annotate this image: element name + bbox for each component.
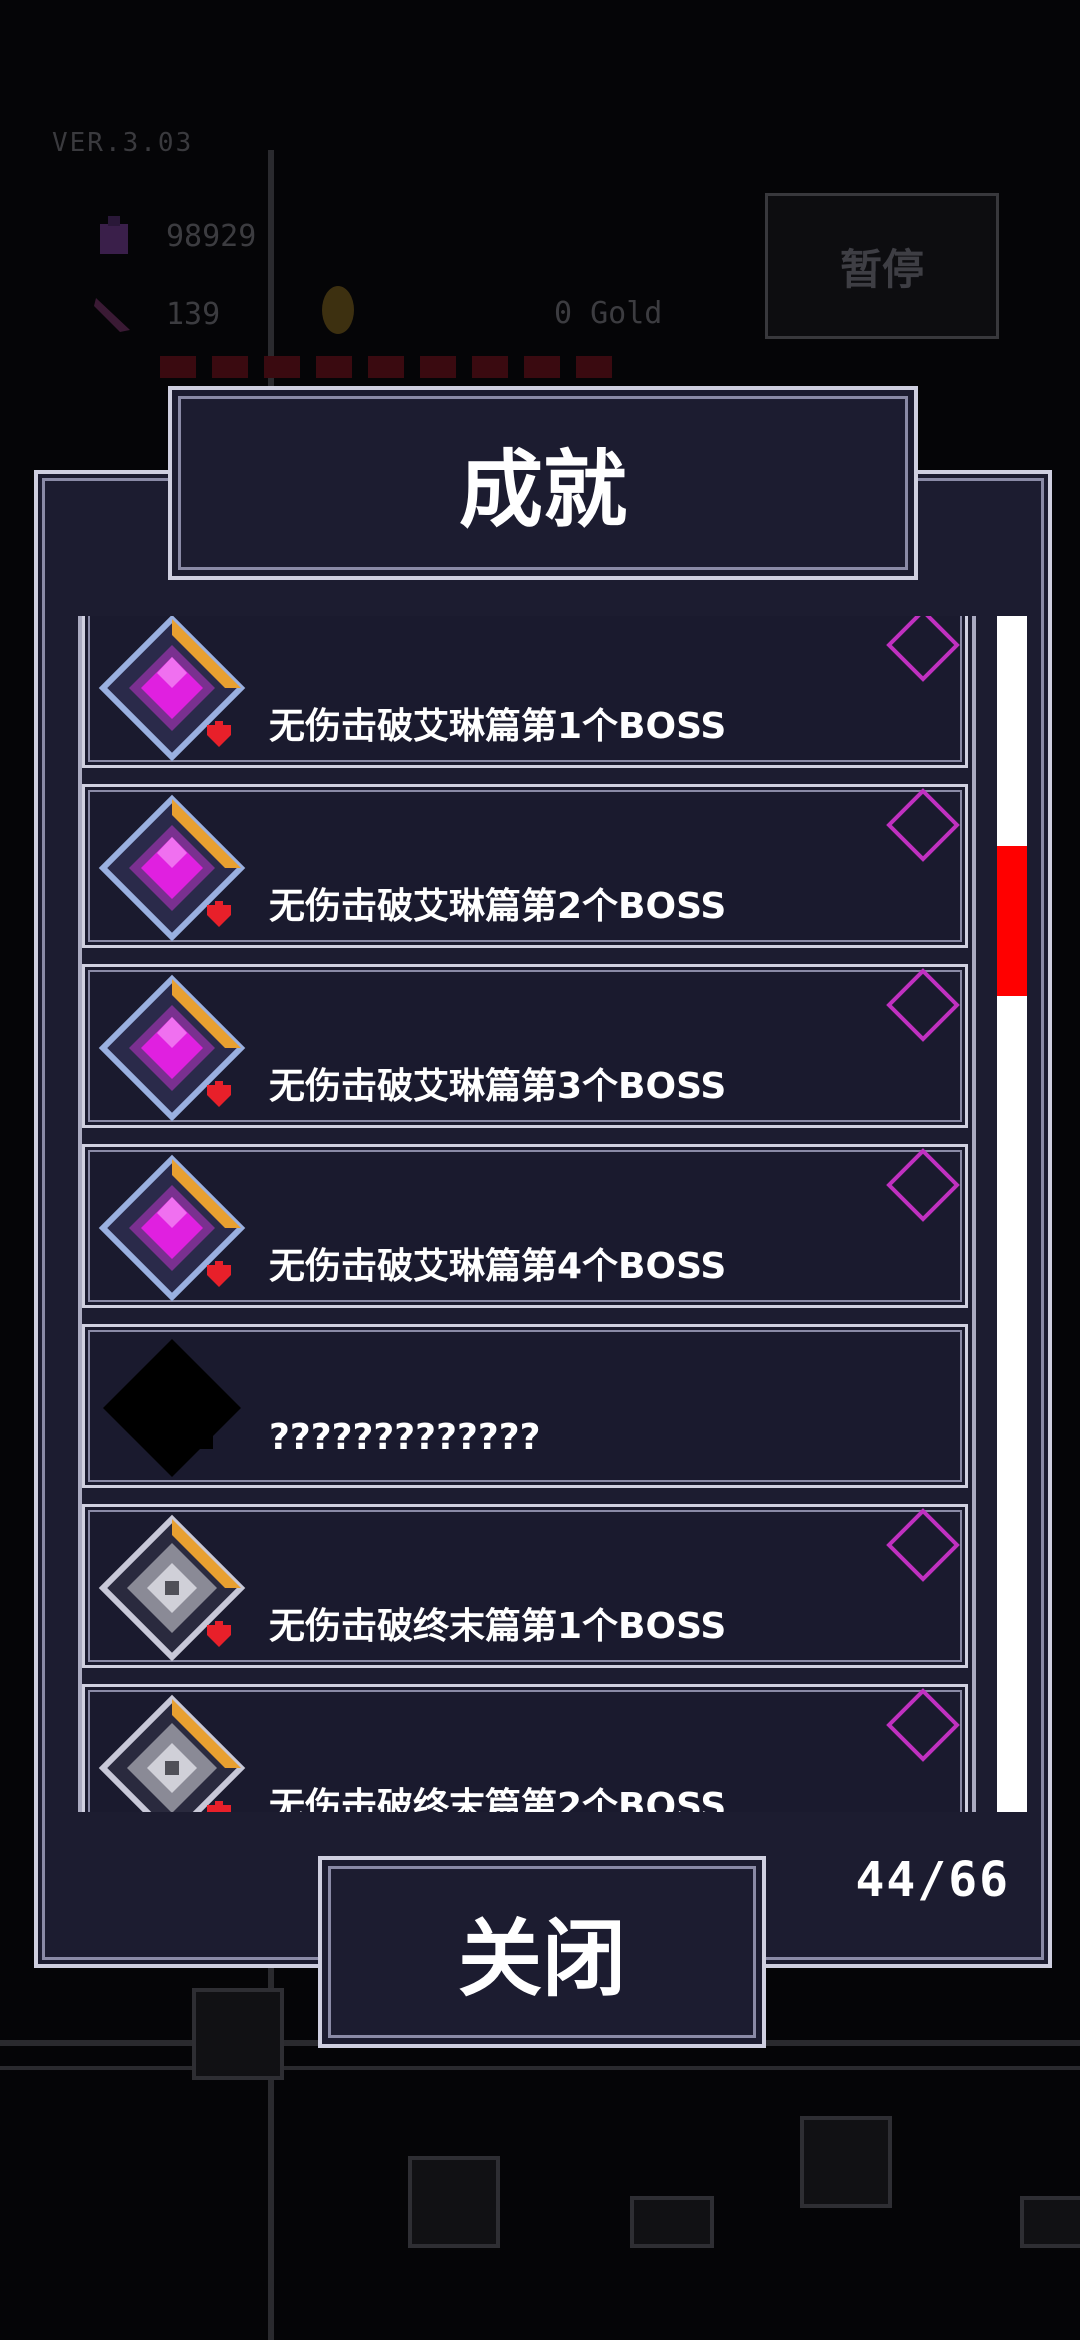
heart-icon	[472, 356, 508, 378]
diamond-badge-icon	[886, 1508, 960, 1582]
achievement-counter: 44/66	[855, 1852, 1010, 1908]
achievement-item[interactable]: ?????????????	[82, 1324, 968, 1488]
achievement-item[interactable]: 无伤击破艾琳篇第3个BOSS	[82, 964, 968, 1128]
achievement-label: 无伤击破艾琳篇第1个BOSS	[269, 706, 727, 747]
close-button[interactable]: 关闭	[318, 1856, 766, 2048]
diamond-badge-icon	[886, 788, 960, 862]
heart-icon	[316, 356, 352, 378]
heart-icon	[160, 356, 196, 378]
bg-pipe-line	[0, 2066, 1080, 2070]
feather-icon	[94, 298, 130, 332]
pink-gem-icon	[98, 1154, 246, 1302]
diamond-badge-icon	[886, 616, 960, 682]
heart-icon	[264, 356, 300, 378]
coin-icon	[322, 286, 354, 334]
diamond-badge-icon	[886, 1688, 960, 1762]
diamond-badge-icon	[886, 1148, 960, 1222]
bg-block	[408, 2156, 500, 2248]
silver-emblem-icon	[98, 1694, 246, 1812]
achievement-item[interactable]: 无伤击破终末篇第1个BOSS	[82, 1504, 968, 1668]
diamond-badge-icon	[886, 968, 960, 1042]
scrollbar-track[interactable]	[997, 616, 1027, 1812]
achievement-item[interactable]: 无伤击破艾琳篇第4个BOSS	[82, 1144, 968, 1308]
feather-counter: 139	[90, 290, 220, 338]
heart-icon	[420, 356, 456, 378]
feather-count: 139	[166, 296, 221, 332]
version-label: VER.3.03	[52, 128, 194, 158]
achievement-item[interactable]: 无伤击破终末篇第2个BOSS	[82, 1684, 968, 1812]
pink-gem-icon	[98, 974, 246, 1122]
scrollbar-thumb[interactable]	[997, 846, 1027, 997]
pink-gem-icon	[98, 794, 246, 942]
silver-emblem-icon	[98, 1514, 246, 1662]
heart-icon	[524, 356, 560, 378]
achievement-label: ?????????????	[269, 1417, 541, 1458]
achievement-list[interactable]: 无伤击破艾琳篇第1个BOSS 无伤击破艾琳篇第2个BOSS 无伤击破艾琳篇第3个BO…	[78, 616, 976, 1812]
dialog-title: 成就	[168, 386, 918, 580]
heart-icon	[212, 356, 248, 378]
pause-button[interactable]: 暂停	[765, 193, 999, 339]
achievement-item[interactable]: 无伤击破艾琳篇第2个BOSS	[82, 784, 968, 948]
achievement-label: 无伤击破艾琳篇第3个BOSS	[269, 1066, 727, 1107]
gold-counter: 0 Gold	[554, 296, 663, 331]
potion-count: 98929	[166, 218, 257, 254]
achievement-label: 无伤击破艾琳篇第2个BOSS	[269, 886, 727, 927]
bg-block	[192, 1988, 284, 2080]
heart-icon	[368, 356, 404, 378]
pink-gem-icon	[98, 616, 246, 762]
heart-icon	[576, 356, 612, 378]
potion-counter: 98929	[90, 212, 256, 260]
locked-icon	[103, 1339, 241, 1477]
potion-icon	[100, 216, 128, 254]
health-hearts	[160, 356, 612, 378]
achievement-label: 无伤击破艾琳篇第4个BOSS	[269, 1246, 727, 1287]
bg-block	[800, 2116, 892, 2208]
achievement-label: 无伤击破终末篇第1个BOSS	[269, 1606, 727, 1647]
bg-block	[1020, 2196, 1080, 2248]
bg-block	[630, 2196, 714, 2248]
achievement-item[interactable]: 无伤击破艾琳篇第1个BOSS	[82, 616, 968, 768]
achievement-label: 无伤击破终末篇第2个BOSS	[269, 1786, 727, 1812]
